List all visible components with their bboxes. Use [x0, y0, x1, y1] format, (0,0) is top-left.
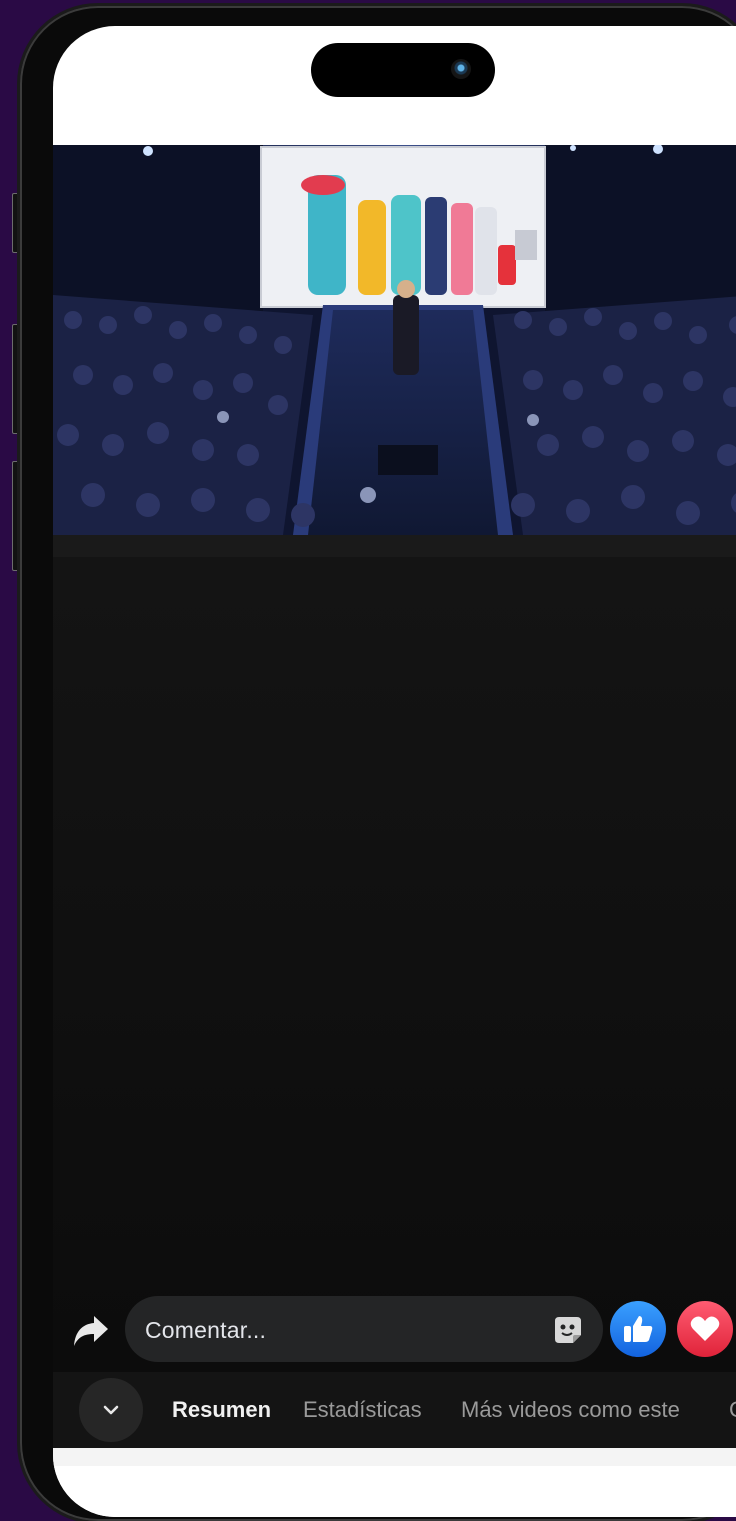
phone-frame: Comentar... Resumen Estadísticas Más vid… — [20, 6, 736, 1521]
collapse-button[interactable] — [79, 1378, 143, 1442]
front-camera-icon — [451, 59, 471, 79]
share-icon — [74, 1316, 108, 1346]
phone-volume-up-button — [12, 324, 20, 434]
thumbs-up-icon — [624, 1316, 653, 1342]
dynamic-island — [311, 43, 495, 97]
like-reaction-button[interactable] — [610, 1301, 666, 1357]
video-progress-area — [53, 535, 736, 557]
tab-mas-videos[interactable]: Más videos como este — [461, 1397, 680, 1423]
video-player[interactable] — [53, 145, 736, 535]
tab-truncated[interactable]: Co — [729, 1397, 736, 1423]
chevron-down-icon — [103, 1405, 119, 1415]
tab-resumen[interactable]: Resumen — [172, 1397, 271, 1423]
phone-volume-down-button — [12, 461, 20, 571]
video-tabs-bar: Resumen Estadísticas Más videos como est… — [53, 1372, 736, 1448]
tab-estadisticas[interactable]: Estadísticas — [303, 1397, 422, 1423]
love-reaction-button[interactable] — [677, 1301, 733, 1357]
event-video-frame — [53, 145, 736, 535]
phone-action-button — [12, 193, 20, 253]
sticker-icon[interactable] — [551, 1313, 585, 1347]
phone-screen: Comentar... Resumen Estadísticas Más vid… — [53, 26, 736, 1517]
comment-input[interactable]: Comentar... — [125, 1296, 603, 1362]
heart-icon — [690, 1316, 720, 1341]
comment-placeholder: Comentar... — [145, 1317, 267, 1343]
bottom-divider — [53, 1448, 736, 1466]
share-button[interactable] — [71, 1311, 111, 1351]
